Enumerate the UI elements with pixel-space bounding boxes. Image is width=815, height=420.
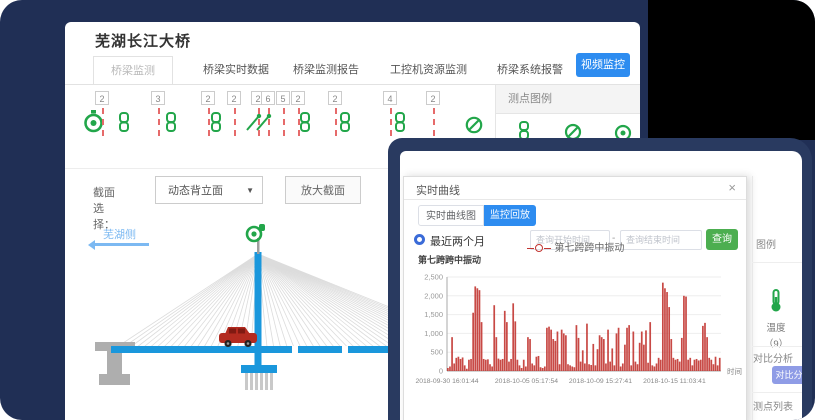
sidebar-legend-fragment: 图例 (756, 236, 776, 251)
legend-circle-marker (535, 244, 543, 252)
tab-curve-view[interactable]: 实时曲线图 (418, 205, 484, 226)
chain-link-icon[interactable] (299, 112, 312, 137)
svg-text:2018-09-30 16:01:44: 2018-09-30 16:01:44 (415, 378, 478, 385)
temperature-legend-item[interactable]: 温度 （9） (752, 289, 800, 350)
chain-link-icon[interactable] (165, 112, 178, 137)
realtime-curve-dialog: 实时曲线 × 实时曲线图 监控回放 最近两个月 - 查询 第七跨跨中振动 (403, 176, 747, 420)
sensor-count-badge: 4 (383, 91, 397, 105)
sensor-count-badge: 2 (227, 91, 241, 105)
chain-link-icon[interactable] (118, 112, 131, 137)
svg-text:2018-10-09 15:27:41: 2018-10-09 15:27:41 (569, 378, 632, 385)
svg-text:1,000: 1,000 (424, 329, 443, 338)
sensor-count-badge: 2 (426, 91, 440, 105)
tab-bridge-monitoring[interactable]: 桥梁监测 (93, 56, 173, 84)
divider (752, 346, 802, 347)
overlay-window-page: 实时曲线 × 实时曲线图 监控回放 最近两个月 - 查询 第七跨跨中振动 (400, 151, 802, 420)
sensor-dashed-line (390, 108, 392, 136)
sensor-dashed-line (234, 108, 236, 136)
legend-panel-title: 测点图例 (496, 85, 640, 114)
chain-link-icon[interactable] (210, 112, 223, 137)
temperature-label: 温度 (752, 320, 800, 334)
sensor-count-badge: 2 (201, 91, 215, 105)
left-arrow-icon (91, 243, 149, 246)
svg-text:2018-10-05 05:17:54: 2018-10-05 05:17:54 (495, 378, 558, 385)
sensor-dashed-line (258, 108, 260, 136)
dialog-title: 实时曲线 (416, 182, 460, 198)
sensor-dashed-line (158, 108, 160, 136)
sensor-count-badge: 5 (276, 91, 290, 105)
svg-text:2,500: 2,500 (424, 273, 443, 282)
black-panel (648, 0, 815, 140)
divider (752, 262, 802, 263)
svg-text:2,000: 2,000 (424, 291, 443, 300)
chain-link-icon (518, 121, 532, 139)
temperature-count: （9） (752, 336, 800, 350)
tab-monitor-playback[interactable]: 监控回放 (484, 205, 536, 226)
video-monitor-button[interactable]: 视频监控 (576, 53, 630, 77)
legend-series-name: 第七跨跨中振动 (554, 243, 624, 254)
tab-ipc-resource[interactable]: 工控机资源监测 (390, 56, 467, 84)
bridge-pier-piles (241, 365, 277, 390)
sensor-count-badge: 2 (328, 91, 342, 105)
chart-legend[interactable]: 第七跨跨中振动 (404, 239, 746, 253)
sensor-dashed-line (433, 108, 435, 136)
page-title: 芜湖长江大桥 (95, 30, 191, 51)
overlay-window: 实时曲线 × 实时曲线图 监控回放 最近两个月 - 查询 第七跨跨中振动 (388, 138, 812, 420)
chain-link-icon[interactable] (394, 112, 407, 137)
compare-analysis-button[interactable]: 对比分析 (772, 366, 802, 384)
sensor-dashed-line (102, 108, 104, 136)
sensor-dashed-line (335, 108, 337, 136)
chevron-down-icon: ▼ (246, 177, 254, 205)
section-select-dropdown[interactable]: 动态背立面 ▼ (155, 176, 263, 204)
sensor-icon-row: 23222652242 (65, 88, 495, 144)
divider (752, 392, 802, 393)
tab-system-alarm[interactable]: 桥梁系统报警 (497, 56, 563, 84)
vibration-chart: 0 500 1,000 1,500 2,000 2,500 2018-09-30 16:01… (404, 265, 748, 397)
thermometer-icon (770, 289, 782, 313)
svg-text:2018-10-15 11:03:41: 2018-10-15 11:03:41 (643, 378, 706, 385)
legend-dash (544, 248, 551, 249)
main-tab-bar: 桥梁监测 桥梁实时数据 桥梁监测报告 工控机资源监测 桥梁系统报警 视频监控 (65, 56, 640, 85)
legend-dash (527, 248, 534, 249)
close-icon[interactable]: × (728, 180, 736, 195)
sensor-count-badge: 6 (261, 91, 275, 105)
sensor-dashed-line (268, 108, 270, 136)
bridge-side-label: 芜湖侧 (103, 226, 136, 242)
svg-text:500: 500 (430, 348, 443, 357)
dialog-titlebar: 实时曲线 × (404, 177, 746, 200)
sensor-count-badge: 2 (291, 91, 305, 105)
svg-text:1,500: 1,500 (424, 310, 443, 319)
section-select-value: 动态背立面 (168, 185, 223, 197)
compare-section-title: 对比分析 (753, 350, 793, 365)
tab-monitoring-report[interactable]: 桥梁监测报告 (293, 56, 359, 84)
svg-text:0: 0 (439, 367, 443, 376)
sensor-dashed-line (283, 108, 285, 136)
svg-text:时间: 时间 (727, 366, 742, 376)
no-entry-icon[interactable] (465, 116, 483, 134)
tab-realtime-data[interactable]: 桥梁实时数据 (203, 56, 269, 84)
chain-link-icon[interactable] (339, 112, 352, 137)
sensor-count-badge: 2 (95, 91, 109, 105)
point-list-label: 测点列表 (753, 398, 793, 413)
background-card: 芜湖长江大桥 桥梁监测 桥梁实时数据 桥梁监测报告 工控机资源监测 桥梁系统报警… (0, 0, 815, 420)
zoom-section-button[interactable]: 放大截面 (285, 176, 361, 204)
camera-icon (247, 224, 265, 241)
screenshot-stage: 芜湖长江大桥 桥梁监测 桥梁实时数据 桥梁监测报告 工控机资源监测 桥梁系统报警… (0, 0, 815, 420)
sensor-count-badge: 3 (151, 91, 165, 105)
